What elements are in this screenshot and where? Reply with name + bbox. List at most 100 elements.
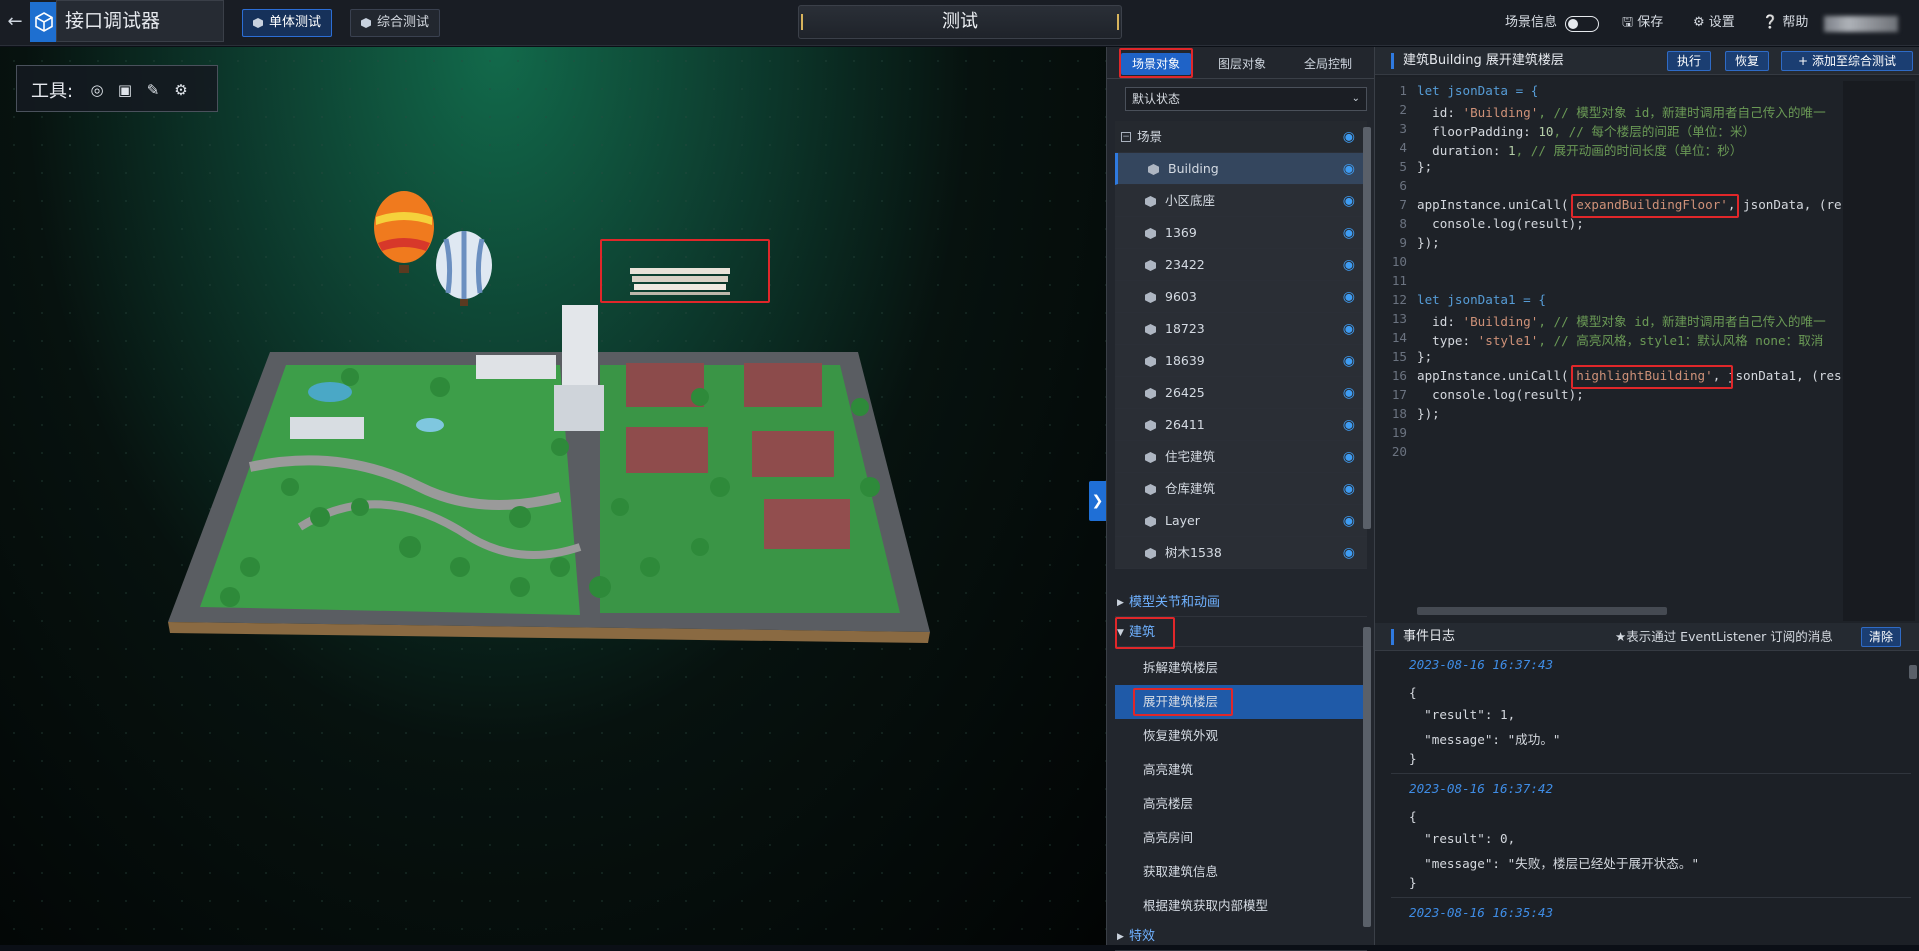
cube-icon [1145, 420, 1156, 431]
api-item[interactable]: 高亮楼层 [1115, 787, 1367, 821]
tree-item-building[interactable]: Building ◉ [1115, 153, 1367, 185]
line-number: 4 [1399, 140, 1407, 155]
code-token: 'style1' [1477, 333, 1539, 348]
log-line: } [1409, 875, 1417, 890]
scene-tree: − 场景 ◉ Building ◉ 小区底座 ◉ 1369 ◉ 23422 ◉ 9603 ◉ … [1115, 121, 1367, 615]
code-line: }); [1417, 235, 1440, 250]
cube-icon [1145, 292, 1156, 303]
arrow-left-icon[interactable]: ← [4, 11, 26, 33]
eye-icon[interactable]: ◉ [1343, 281, 1355, 313]
tree-item-label: 23422 [1165, 257, 1205, 272]
tree-item[interactable]: 1369 ◉ [1115, 217, 1367, 249]
code-minimap[interactable] [1843, 81, 1915, 621]
mode-integrated-test-button[interactable]: 综合测试 [350, 9, 441, 37]
tree-item-label: 26425 [1165, 385, 1205, 400]
tree-item-label: 1369 [1165, 225, 1197, 240]
tree-item-label: 仓库建筑 [1165, 481, 1216, 496]
add-to-integrated-button[interactable]: + 添加至综合测试 [1781, 51, 1913, 71]
api-item[interactable]: 恢复建筑外观 [1115, 719, 1367, 753]
code-token: , jsonData, (re [1727, 197, 1842, 212]
api-scrollbar[interactable] [1363, 627, 1371, 927]
log-line: "message": "成功。" [1409, 732, 1561, 747]
api-item[interactable]: 高亮房间 [1115, 821, 1367, 855]
eye-icon[interactable]: ◉ [1343, 537, 1355, 569]
section-model-animation[interactable]: ▶ 模型关节和动画 [1115, 589, 1367, 617]
api-item[interactable]: 根据建筑获取内部模型 [1115, 889, 1367, 923]
eye-icon[interactable]: ◉ [1343, 121, 1355, 153]
code-token: 10 [1538, 124, 1554, 139]
eye-icon[interactable]: ◉ [1343, 249, 1355, 281]
mode-single-test-button[interactable]: 单体测试 [242, 9, 333, 37]
tree-item[interactable]: 18639 ◉ [1115, 345, 1367, 377]
line-number: 11 [1391, 273, 1407, 288]
line-number: 19 [1391, 425, 1407, 440]
log-time: 2023-08-16 16:35:43 [1409, 905, 1554, 920]
code-line: id: 'Building', // 模型对象 id，新建时调用者自己传入的唯一 [1417, 102, 1826, 121]
log-scrollbar[interactable] [1909, 665, 1917, 679]
clear-log-button[interactable]: 清除 [1861, 627, 1901, 647]
brush-icon [1145, 484, 1156, 495]
collapse-icon[interactable]: − [1121, 132, 1131, 142]
log-line: "result": 0, [1409, 831, 1516, 846]
eye-icon[interactable]: ◉ [1343, 345, 1355, 377]
tree-item[interactable]: 26411 ◉ [1115, 409, 1367, 441]
tree-item-label: Building [1168, 161, 1219, 176]
tree-scrollbar[interactable] [1363, 127, 1371, 529]
scene-viewport[interactable]: 工具: ◎ ▣ ✎ ⚙ ❯ [0, 47, 1106, 945]
tree-item[interactable]: 树木1538 ◉ [1115, 537, 1367, 569]
line-number: 2 [1399, 102, 1407, 117]
scene-info-label: 场景信息 [1505, 15, 1558, 30]
tree-item[interactable]: 仓库建筑 ◉ [1115, 473, 1367, 505]
eye-icon[interactable]: ◉ [1343, 185, 1355, 217]
scene-info-toggle[interactable] [1565, 16, 1599, 32]
gear-icon: ⚙ [1693, 15, 1705, 30]
tree-item[interactable]: 住宅建筑 ◉ [1115, 441, 1367, 473]
state-select[interactable]: 默认状态 ⌄ [1125, 87, 1367, 111]
eye-icon[interactable]: ◉ [1343, 473, 1355, 505]
api-item[interactable]: 获取建筑信息 [1115, 855, 1367, 889]
log-separator [1391, 897, 1911, 898]
event-log-hint: ★表示通过 EventListener 订阅的消息 [1615, 629, 1833, 644]
api-item[interactable]: 高亮建筑 [1115, 753, 1367, 787]
eye-icon[interactable]: ◉ [1343, 313, 1355, 345]
scene-render [168, 191, 930, 643]
eye-icon[interactable]: ◉ [1343, 377, 1355, 409]
tree-item[interactable]: 小区底座 ◉ [1115, 185, 1367, 217]
tree-item-label: 住宅建筑 [1165, 449, 1216, 464]
eye-icon[interactable]: ◉ [1343, 441, 1355, 473]
user-avatar[interactable] [1824, 16, 1898, 32]
tab-layer-objects[interactable]: 图层对象 [1207, 53, 1277, 75]
code-hscrollbar[interactable] [1417, 607, 1667, 615]
api-item[interactable]: 拆解建筑楼层 [1115, 651, 1367, 685]
tab-global-control[interactable]: 全局控制 [1293, 53, 1363, 75]
tree-item[interactable]: 18723 ◉ [1115, 313, 1367, 345]
header-accent [1391, 629, 1394, 645]
tree-item-scene[interactable]: − 场景 ◉ [1115, 121, 1367, 153]
reset-button[interactable]: 恢复 [1725, 51, 1769, 71]
eye-icon[interactable]: ◉ [1343, 409, 1355, 441]
collapse-panel-handle[interactable]: ❯ [1089, 481, 1106, 521]
code-editor[interactable]: 1 2 3 4 5 6 7 8 9 10 11 12 13 14 15 16 1… [1375, 77, 1919, 623]
line-number: 20 [1391, 444, 1407, 459]
line-number: 16 [1391, 368, 1407, 383]
tree-item-label: 场景 [1137, 129, 1163, 144]
eye-icon[interactable]: ◉ [1343, 153, 1355, 185]
run-button[interactable]: 执行 [1667, 51, 1711, 71]
tree-item[interactable]: 26425 ◉ [1115, 377, 1367, 409]
code-line: console.log(result); [1417, 216, 1584, 231]
tree-item[interactable]: Layer ◉ [1115, 505, 1367, 537]
brush-icon [1145, 452, 1156, 463]
tree-item-label: 9603 [1165, 289, 1197, 304]
tree-item[interactable]: 23422 ◉ [1115, 249, 1367, 281]
eye-icon[interactable]: ◉ [1343, 505, 1355, 537]
state-select-value: 默认状态 [1132, 92, 1181, 106]
save-button[interactable]: 🖫 保存 [1622, 14, 1663, 32]
eye-icon[interactable]: ◉ [1343, 217, 1355, 249]
settings-button[interactable]: ⚙ 设置 [1693, 14, 1735, 32]
tree-item[interactable]: 9603 ◉ [1115, 281, 1367, 313]
event-log-header: 事件日志 ★表示通过 EventListener 订阅的消息 清除 [1375, 623, 1919, 651]
help-button[interactable]: ❔ 帮助 [1762, 14, 1808, 32]
cube-icon [1145, 388, 1156, 399]
line-number: 14 [1391, 330, 1407, 345]
section-effects[interactable]: ▶ 特效 [1115, 923, 1367, 951]
